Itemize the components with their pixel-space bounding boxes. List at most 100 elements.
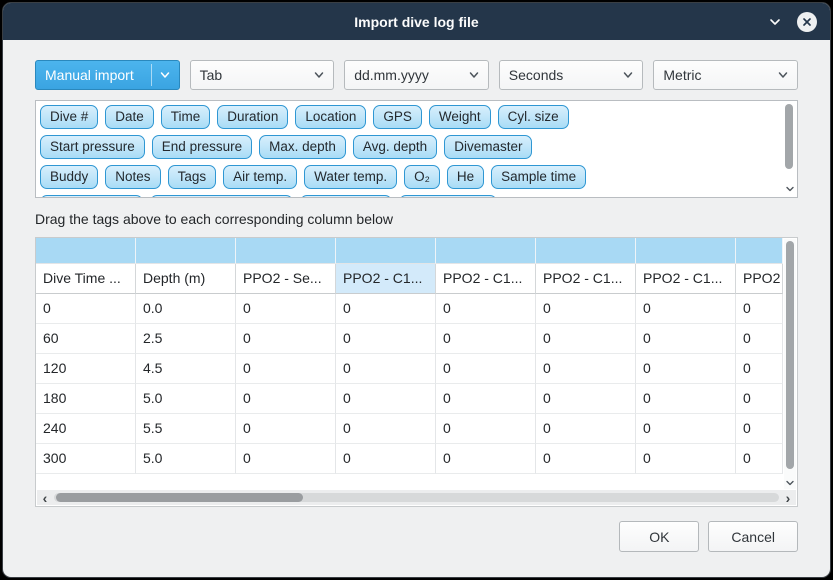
shade-button[interactable] (766, 13, 784, 31)
tag-row: Start pressure End pressure Max. depth Avg.… (40, 135, 777, 159)
tag-he[interactable]: He (447, 165, 484, 189)
table-cell: 0 (736, 384, 783, 414)
tag-tags[interactable]: Tags (168, 165, 217, 189)
preview-table-grid: Dive Time ...Depth (m)PPO2 - Se...PPO2 -… (36, 238, 783, 490)
table-cell: 0 (236, 324, 336, 354)
tag-sample-po[interactable]: Sample pO₂ (300, 195, 393, 198)
tag-panel-scrollbar (784, 104, 795, 194)
tag-sample-temperature[interactable]: Sample temperature (150, 195, 292, 198)
table-cell: 0.0 (136, 294, 236, 324)
tag-sample-cns[interactable]: Sample CNS (399, 195, 497, 198)
tag-gps[interactable]: GPS (373, 105, 422, 129)
table-cell: 0 (236, 414, 336, 444)
tag-cyl-size[interactable]: Cyl. size (498, 105, 569, 129)
chevron-left-icon: ‹ (43, 490, 48, 506)
table-cell: 0 (536, 324, 636, 354)
tag-location[interactable]: Location (295, 105, 366, 129)
tag-avg-depth[interactable]: Avg. depth (353, 135, 437, 159)
tag-max-depth[interactable]: Max. depth (259, 135, 346, 159)
column-header[interactable]: PPO2 - C1... (536, 264, 636, 294)
field-separator-value: Tab (200, 67, 223, 83)
tag-time[interactable]: Time (161, 105, 211, 129)
column-header[interactable]: PPO2 (736, 264, 783, 294)
column-header[interactable]: PPO2 - C1... (436, 264, 536, 294)
horizontal-scrollbar-track[interactable] (54, 493, 779, 502)
column-drop-zone[interactable] (536, 238, 636, 264)
date-format-value: dd.mm.yyyy (354, 67, 429, 83)
table-cell: 0 (336, 354, 436, 384)
close-button[interactable] (797, 12, 817, 32)
table-cell: 0 (736, 294, 783, 324)
date-format-select[interactable]: dd.mm.yyyy (344, 60, 489, 90)
duration-format-value: Seconds (509, 67, 563, 83)
import-mode-value: Manual import (45, 67, 134, 83)
table-cell: 5.5 (136, 414, 236, 444)
tag-start-pressure[interactable]: Start pressure (40, 135, 145, 159)
tag-dive[interactable]: Dive # (40, 105, 98, 129)
cancel-button[interactable]: Cancel (708, 521, 798, 552)
window-title: Import dive log file (3, 14, 830, 30)
scroll-left-button[interactable]: ‹ (37, 491, 53, 505)
titlebar: Import dive log file (3, 3, 830, 40)
duration-format-select[interactable]: Seconds (499, 60, 644, 90)
table-cell: 0 (236, 294, 336, 324)
tag-row: Dive # Date TimeDuration Location GPS Weight C… (40, 105, 777, 129)
column-header[interactable]: Depth (m) (136, 264, 236, 294)
tag-row: Buddy Notes TagsAir temp. Water temp. O₂ He Sa… (40, 165, 777, 189)
tag-divemaster[interactable]: Divemaster (444, 135, 532, 159)
column-drop-zone[interactable] (736, 238, 783, 264)
table-cell: 0 (636, 444, 736, 474)
chevron-down-icon (785, 184, 795, 194)
table-vertical-scrollbar-thumb[interactable] (786, 241, 794, 469)
column-header[interactable]: PPO2 - C1... (336, 264, 436, 294)
preview-table: Dive Time ...Depth (m)PPO2 - Se...PPO2 -… (35, 237, 798, 507)
tag-buddy[interactable]: Buddy (40, 165, 98, 189)
tag-o[interactable]: O₂ (404, 165, 440, 189)
dialog-content: Manual import Tab dd.mm.yyyy Seconds Met… (3, 40, 830, 552)
column-drop-zone[interactable] (336, 238, 436, 264)
column-header[interactable]: PPO2 - C1... (636, 264, 736, 294)
scroll-right-button[interactable]: › (780, 491, 796, 505)
tag-notes[interactable]: Notes (105, 165, 160, 189)
dialog-footer: OK Cancel (35, 521, 798, 552)
column-header[interactable]: PPO2 - Se... (236, 264, 336, 294)
table-row: 602.5000000 (36, 324, 783, 354)
import-mode-select[interactable]: Manual import (35, 60, 180, 90)
table-row: 1204.5000000 (36, 354, 783, 384)
table-scroll-down-button[interactable] (784, 478, 796, 488)
column-header[interactable]: Dive Time ... (36, 264, 136, 294)
tag-sample-depth[interactable]: Sample depth (40, 195, 143, 198)
chevron-right-icon: › (786, 490, 791, 506)
column-drop-zone[interactable] (236, 238, 336, 264)
tag-panel-scroll-down-button[interactable] (784, 184, 795, 194)
chevron-down-icon (770, 68, 790, 82)
units-select[interactable]: Metric (653, 60, 798, 90)
column-drop-zone[interactable] (436, 238, 536, 264)
table-cell: 5.0 (136, 444, 236, 474)
table-cell: 0 (536, 354, 636, 384)
field-separator-select[interactable]: Tab (190, 60, 335, 90)
tag-end-pressure[interactable]: End pressure (152, 135, 252, 159)
drag-hint-label: Drag the tags above to each correspondin… (35, 211, 798, 227)
table-cell: 0 (536, 414, 636, 444)
table-cell: 0 (536, 384, 636, 414)
horizontal-scrollbar-thumb[interactable] (56, 493, 303, 502)
column-drop-zone[interactable] (636, 238, 736, 264)
table-cell: 0 (436, 414, 536, 444)
chevron-down-icon (461, 68, 481, 82)
column-drop-zone[interactable] (36, 238, 136, 264)
column-drop-zone[interactable] (136, 238, 236, 264)
tag-duration[interactable]: Duration (217, 105, 288, 129)
import-dialog: Import dive log file Manual import Tab d… (2, 2, 831, 578)
tag-date[interactable]: Date (105, 105, 154, 129)
tag-rows: Dive # Date TimeDuration Location GPS Weight C… (40, 105, 777, 198)
tag-air-temp[interactable]: Air temp. (223, 165, 297, 189)
tag-weight[interactable]: Weight (429, 105, 491, 129)
table-cell: 120 (36, 354, 136, 384)
tag-water-temp[interactable]: Water temp. (304, 165, 397, 189)
import-options-row: Manual import Tab dd.mm.yyyy Seconds Met… (35, 60, 798, 90)
ok-button[interactable]: OK (619, 521, 699, 552)
tag-sample-time[interactable]: Sample time (491, 165, 586, 189)
table-cell: 0 (636, 294, 736, 324)
tag-panel-scrollbar-thumb[interactable] (785, 104, 793, 169)
